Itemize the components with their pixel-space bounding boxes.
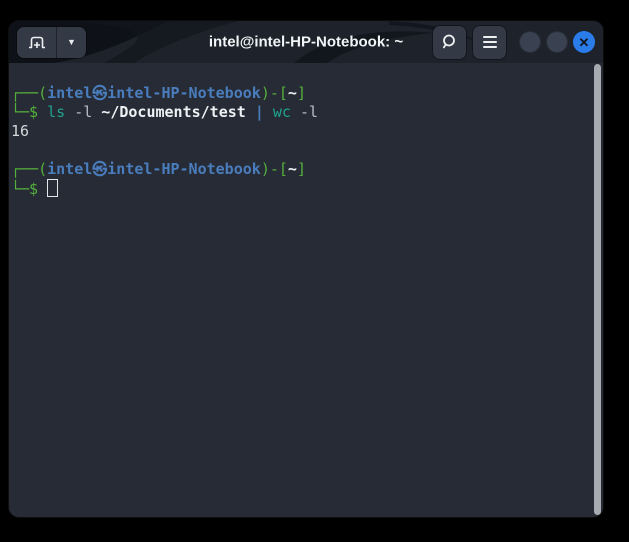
new-tab-button[interactable]: [17, 27, 57, 58]
prompt-cwd: ~: [288, 84, 297, 102]
hamburger-menu-icon: [483, 36, 497, 48]
command-output: 16: [11, 122, 589, 141]
new-tab-icon: [27, 34, 47, 50]
blank-line: [11, 141, 589, 160]
close-button[interactable]: ✕: [573, 31, 595, 53]
scrollbar[interactable]: [594, 64, 601, 515]
menu-button[interactable]: [473, 26, 506, 59]
prompt-cwd: ~: [288, 160, 297, 178]
prompt-symbol: └─$: [11, 180, 38, 198]
terminal-window: ▼ intel@intel-HP-Notebook: ~: [9, 21, 603, 517]
prompt-frame: )-[: [261, 84, 288, 102]
prompt-line: ┌──(intel㉿intel-HP-Notebook)-[~]: [11, 160, 589, 179]
window-title: intel@intel-HP-Notebook: ~: [209, 34, 403, 51]
prompt-frame: ┌──(: [11, 160, 47, 178]
blank-line: [11, 65, 589, 84]
pipe-operator: |: [246, 103, 264, 121]
command-flag: -l: [291, 103, 318, 121]
tab-list-dropdown-button[interactable]: ▼: [57, 27, 86, 58]
command-ls: ls: [38, 103, 65, 121]
prompt-symbol: └─$: [11, 103, 38, 121]
command-line: └─$ ls -l ~/Documents/test | wc -l: [11, 103, 589, 122]
prompt-frame: ┌──(: [11, 84, 47, 102]
prompt-user-host: intel㉿intel-HP-Notebook: [47, 160, 261, 178]
current-prompt-line: └─$: [11, 179, 589, 198]
chevron-down-icon: ▼: [67, 37, 76, 47]
command-wc: wc: [264, 103, 291, 121]
maximize-button[interactable]: [546, 31, 568, 53]
prompt-frame: )-[: [261, 160, 288, 178]
search-icon: [441, 33, 459, 51]
minimize-button[interactable]: [519, 31, 541, 53]
close-icon: ✕: [579, 36, 590, 49]
command-path: ~/Documents/test: [92, 103, 246, 121]
search-button[interactable]: [433, 26, 466, 59]
titlebar[interactable]: ▼ intel@intel-HP-Notebook: ~: [9, 21, 603, 63]
terminal-cursor: [47, 179, 58, 197]
prompt-user-host: intel㉿intel-HP-Notebook: [47, 84, 261, 102]
prompt-line: ┌──(intel㉿intel-HP-Notebook)-[~]: [11, 84, 589, 103]
prompt-frame: ]: [297, 84, 306, 102]
terminal-content-area[interactable]: ┌──(intel㉿intel-HP-Notebook)-[~] └─$ ls …: [9, 63, 603, 517]
command-flag: -l: [65, 103, 92, 121]
prompt-frame: ]: [297, 160, 306, 178]
new-tab-split-button: ▼: [17, 27, 86, 58]
